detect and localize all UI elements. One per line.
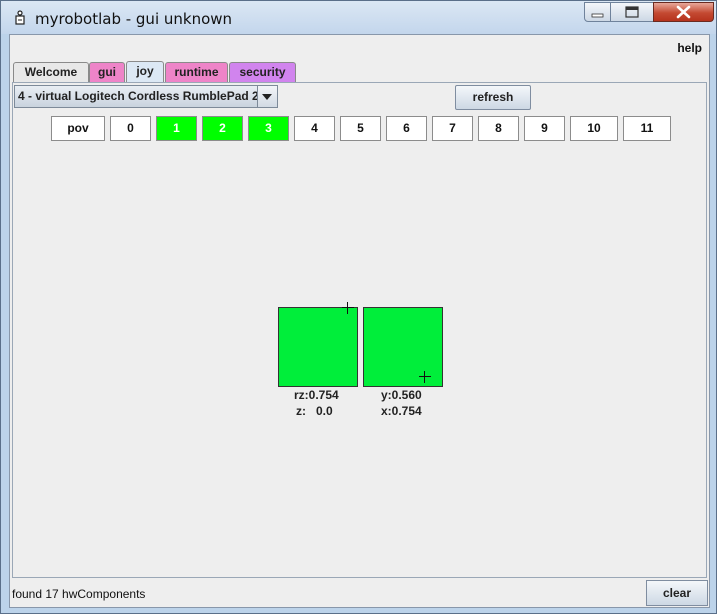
minimize-button[interactable] <box>584 2 611 22</box>
x-y-crosshair <box>419 371 431 383</box>
z-value-label: z: 0.0 <box>296 404 333 418</box>
joystick-button-3[interactable]: 3 <box>248 116 289 141</box>
minimize-icon <box>591 13 604 18</box>
joystick-button-0[interactable]: 0 <box>110 116 151 141</box>
status-text: found 17 hwComponents <box>12 587 146 601</box>
controller-select-value: 4 - virtual Logitech Cordless RumblePad … <box>18 89 259 103</box>
tab-security[interactable]: security <box>229 62 296 82</box>
joystick-button-11[interactable]: 11 <box>623 116 671 141</box>
joystick-button-9[interactable]: 9 <box>524 116 565 141</box>
joystick-button-10[interactable]: 10 <box>570 116 618 141</box>
joystick-button-7[interactable]: 7 <box>432 116 473 141</box>
y-value-label: y:0.560 <box>381 388 422 402</box>
close-icon <box>676 5 691 19</box>
joystick-button-4[interactable]: 4 <box>294 116 335 141</box>
window-title: myrobotlab - gui unknown <box>35 10 233 28</box>
joystick-panel: 4 - virtual Logitech Cordless RumblePad … <box>12 82 707 578</box>
refresh-button[interactable]: refresh <box>455 85 531 110</box>
client-area: help Welcome gui joy runtime security 4 … <box>9 34 710 608</box>
joystick-button-5[interactable]: 5 <box>340 116 381 141</box>
joystick-button-1[interactable]: 1 <box>156 116 197 141</box>
app-window: myrobotlab - gui unknown help Welcome gu… <box>0 0 717 614</box>
tab-runtime[interactable]: runtime <box>165 62 228 82</box>
robot-app-icon <box>15 10 25 25</box>
chevron-down-icon[interactable] <box>257 86 277 107</box>
controller-select[interactable]: 4 - virtual Logitech Cordless RumblePad … <box>14 85 278 108</box>
x-value-label: x:0.754 <box>381 404 422 418</box>
title-bar[interactable]: myrobotlab - gui unknown <box>1 1 716 34</box>
x-y-axis-display <box>363 307 443 387</box>
rz-z-crosshair <box>342 302 354 314</box>
tab-gui[interactable]: gui <box>89 62 125 82</box>
joystick-button-pov[interactable]: pov <box>51 116 105 141</box>
rz-value-label: rz:0.754 <box>294 388 339 402</box>
tab-welcome[interactable]: Welcome <box>13 62 89 82</box>
rz-z-axis-display <box>278 302 358 387</box>
maximize-icon <box>625 6 639 18</box>
maximize-button[interactable] <box>610 2 654 22</box>
close-button[interactable] <box>653 2 714 22</box>
status-bar: found 17 hwComponents clear <box>10 579 709 607</box>
joystick-button-8[interactable]: 8 <box>478 116 519 141</box>
tab-joy[interactable]: joy <box>126 61 164 83</box>
joystick-button-6[interactable]: 6 <box>386 116 427 141</box>
joystick-button-2[interactable]: 2 <box>202 116 243 141</box>
help-menu[interactable]: help <box>677 41 702 55</box>
clear-button[interactable]: clear <box>646 580 708 606</box>
